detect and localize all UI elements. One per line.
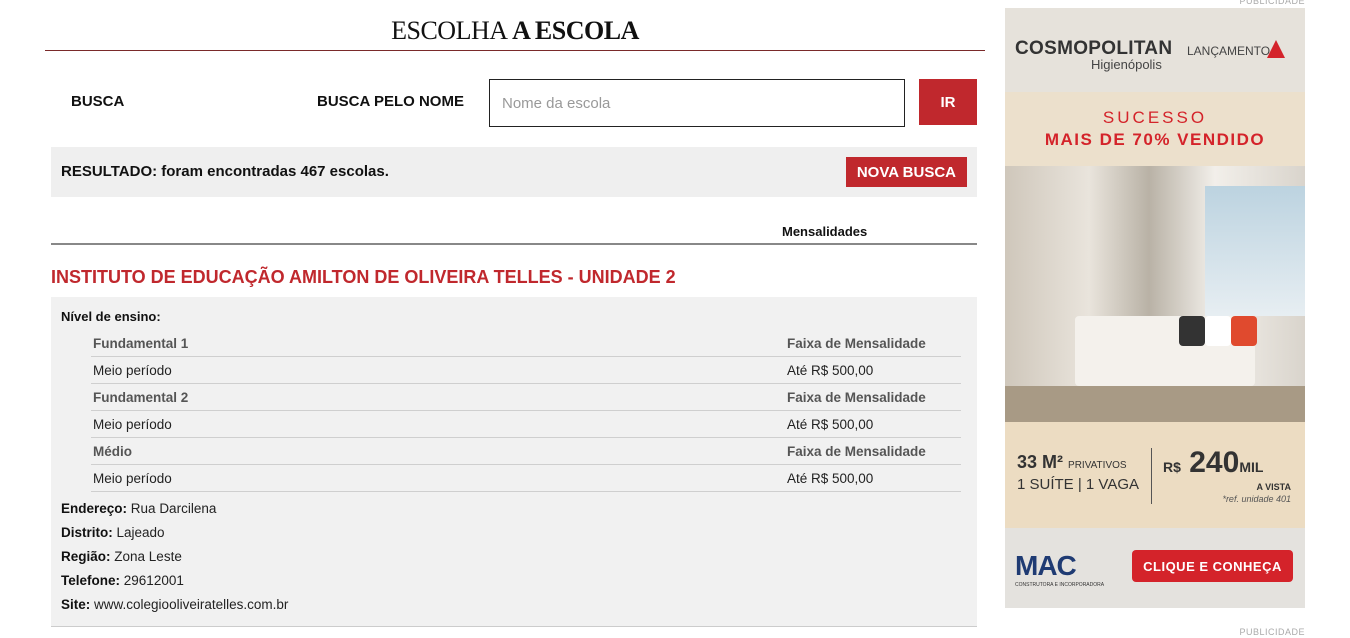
level-price-row: Meio período Até R$ 500,00 — [91, 411, 961, 438]
column-header-fees: Mensalidades — [782, 224, 868, 239]
site-line: Site: www.colegiooliveiratelles.com.br — [61, 597, 289, 612]
level-range-header: Faixa de Mensalidade — [787, 390, 926, 405]
level-name: Fundamental 1 — [93, 336, 189, 351]
advertisement-banner[interactable]: COSMOPOLITAN Higienópolis LANÇAMENTO SUC… — [1005, 8, 1305, 608]
search-section-label: BUSCA — [71, 93, 125, 110]
site-link[interactable]: www.colegiooliveiratelles.com.br — [94, 597, 288, 612]
ad-label-bottom: PUBLICIDADE — [1239, 627, 1305, 637]
level-period: Meio período — [93, 471, 172, 486]
photo-floor — [1005, 386, 1305, 422]
level-price: Até R$ 500,00 — [787, 471, 874, 486]
page-title: ESCOLHA A ESCOLA — [391, 16, 639, 45]
result-summary: RESULTADO: foram encontradas 467 escolas… — [61, 163, 389, 180]
ad-label-top: PUBLICIDADE — [1239, 0, 1305, 6]
level-period: Meio período — [93, 363, 172, 378]
level-price-row: Meio período Até R$ 500,00 — [91, 357, 961, 384]
level-header-row: Fundamental 1 Faixa de Mensalidade — [91, 330, 961, 357]
level-name: Médio — [93, 444, 132, 459]
ad-launch-label: LANÇAMENTO — [1187, 44, 1271, 58]
phone-line: Telefone: 29612001 — [61, 573, 184, 588]
ad-ref: *ref. unidade 401 — [1222, 494, 1291, 504]
apartment-photo — [1005, 166, 1305, 422]
region-line: Região: Zona Leste — [61, 549, 182, 564]
search-submit-button[interactable]: IR — [919, 79, 977, 125]
ad-success-text: SUCESSO — [1102, 108, 1208, 127]
specs-divider — [1151, 448, 1152, 504]
ad-specs: 33 M² PRIVATIVOS 1 SUÍTE | 1 VAGA R$ 240… — [1005, 422, 1305, 528]
mac-logo: MAC — [1015, 550, 1077, 581]
ad-area: 33 M² PRIVATIVOS — [1017, 452, 1127, 472]
ad-success-banner: SUCESSO MAIS DE 70% VENDIDO — [1005, 92, 1305, 166]
ad-cta-button[interactable]: CLIQUE E CONHEÇA — [1132, 550, 1293, 582]
school-details-card: Nível de ensino: Fundamental 1 Faixa de … — [51, 297, 977, 627]
school-name-link[interactable]: INSTITUTO DE EDUCAÇÃO AMILTON DE OLIVEIR… — [51, 267, 676, 288]
school-name-input[interactable] — [489, 79, 905, 127]
level-header-row: Fundamental 2 Faixa de Mensalidade — [91, 384, 961, 411]
ad-header: COSMOPOLITAN Higienópolis LANÇAMENTO — [1005, 8, 1305, 92]
launch-logo-icon — [1267, 40, 1285, 58]
ad-payment: A VISTA — [1256, 482, 1291, 492]
level-price: Até R$ 500,00 — [787, 363, 874, 378]
result-bar: RESULTADO: foram encontradas 467 escolas… — [51, 147, 977, 197]
address-line: Endereço: Rua Darcilena — [61, 501, 217, 516]
mac-logo-sub: CONSTRUTORA E INCORPORADORA — [1015, 582, 1105, 588]
search-by-name-label: BUSCA PELO NOME — [317, 93, 464, 110]
title-divider — [45, 50, 985, 51]
photo-pillow — [1205, 316, 1231, 346]
level-price-row: Meio período Até R$ 500,00 — [91, 465, 961, 492]
photo-pillow — [1179, 316, 1205, 346]
level-range-header: Faixa de Mensalidade — [787, 444, 926, 459]
new-search-button[interactable]: NOVA BUSCA — [845, 157, 967, 187]
level-range-header: Faixa de Mensalidade — [787, 336, 926, 351]
search-bar: BUSCA BUSCA PELO NOME IR — [51, 79, 977, 127]
column-divider — [51, 243, 977, 245]
levels-table: Fundamental 1 Faixa de Mensalidade Meio … — [91, 330, 961, 492]
photo-window — [1205, 186, 1305, 316]
level-period: Meio período — [93, 417, 172, 432]
level-name: Fundamental 2 — [93, 390, 189, 405]
photo-pillow — [1231, 316, 1257, 346]
ad-sold-text: MAIS DE 70% VENDIDO — [1044, 130, 1266, 149]
level-header-row: Médio Faixa de Mensalidade — [91, 438, 961, 465]
ad-brand-sub: Higienópolis — [1091, 57, 1162, 72]
level-price: Até R$ 500,00 — [787, 417, 874, 432]
ad-footer: MAC CONSTRUTORA E INCORPORADORA CLIQUE E… — [1005, 528, 1305, 608]
ad-rooms: 1 SUÍTE | 1 VAGA — [1017, 476, 1139, 493]
district-line: Distrito: Lajeado — [61, 525, 165, 540]
ad-price: R$ 240MIL — [1163, 446, 1264, 479]
levels-label: Nível de ensino: — [61, 309, 161, 324]
